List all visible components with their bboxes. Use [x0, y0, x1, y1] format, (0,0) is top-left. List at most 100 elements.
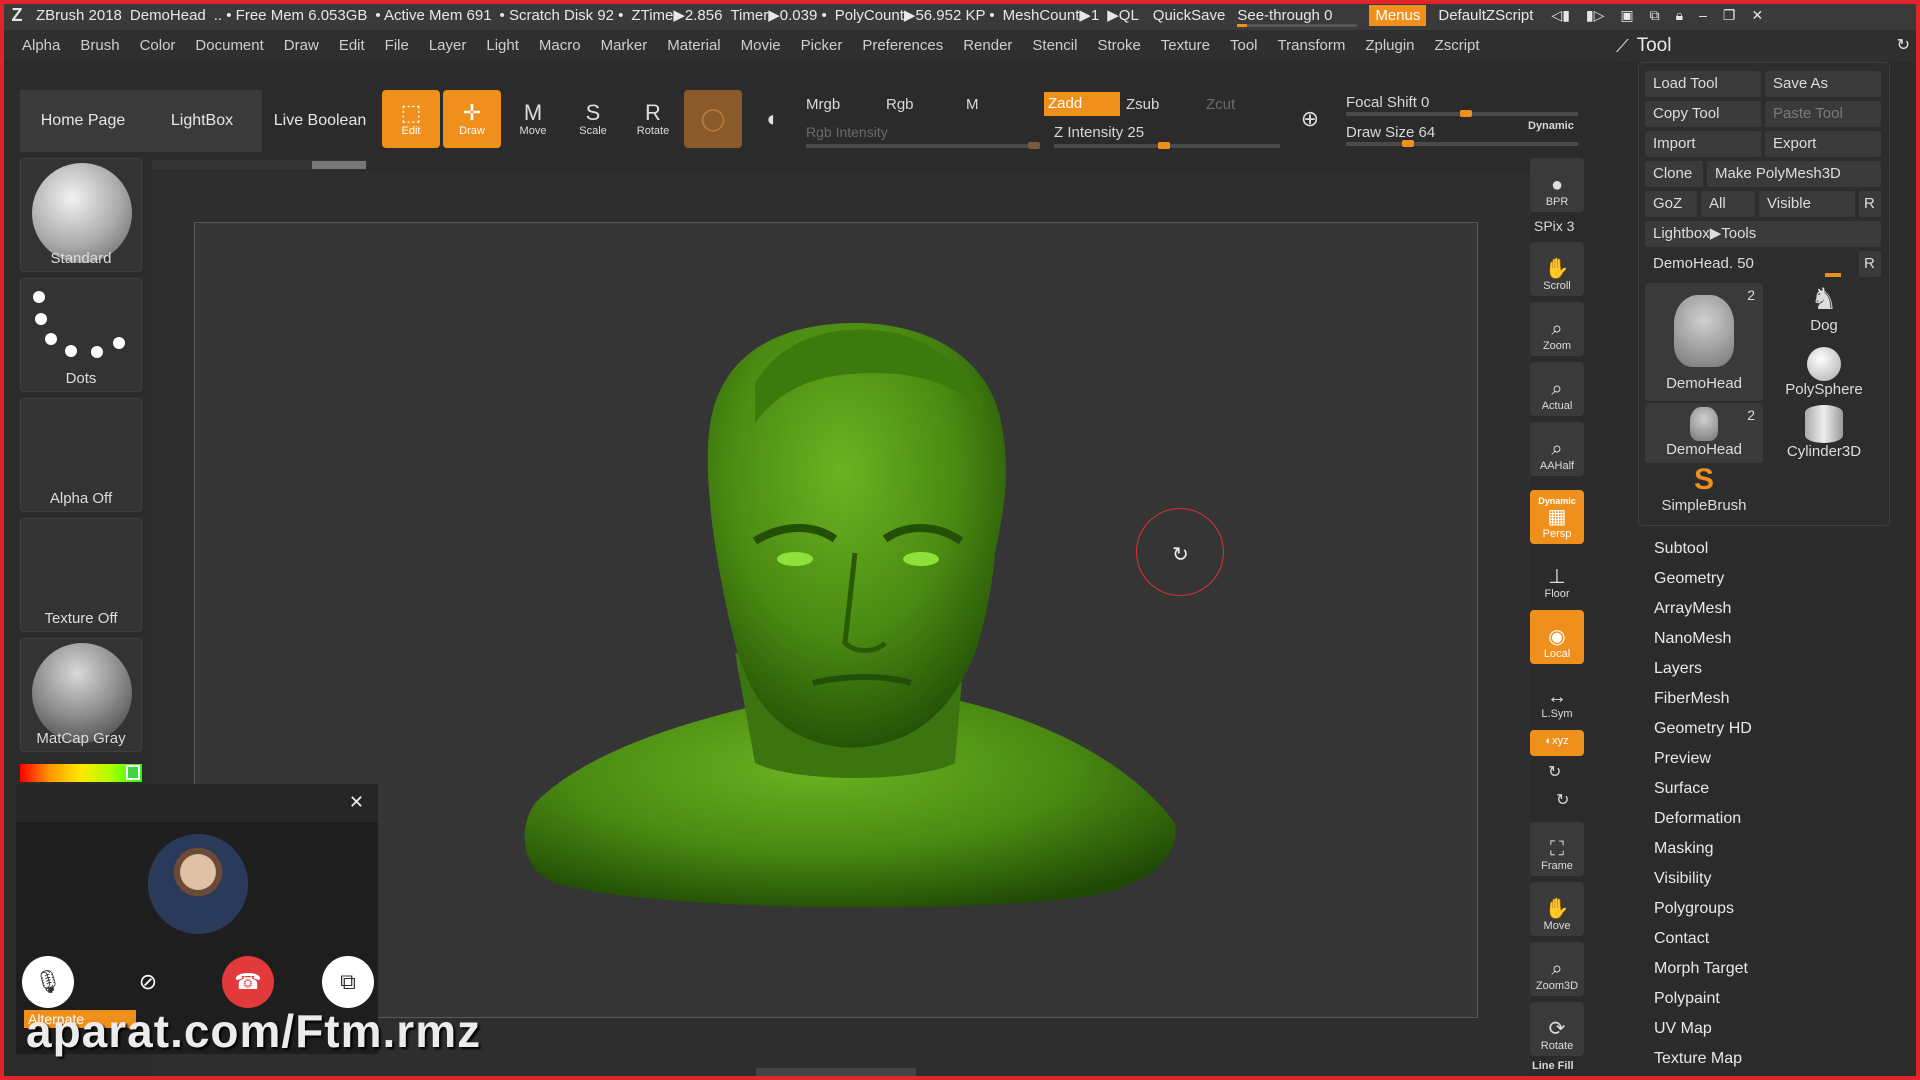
quicklaunch-button[interactable]: ▶QL: [1107, 6, 1139, 24]
active-color-swatch[interactable]: [126, 765, 140, 780]
rotate-button[interactable]: R Rotate: [624, 90, 682, 148]
tool-thumb-demohead-2[interactable]: 2 DemoHead: [1645, 403, 1763, 463]
zsub-button[interactable]: Zsub: [1126, 96, 1159, 113]
brush-selector[interactable]: Standard: [20, 158, 142, 272]
subpalette-masking[interactable]: Masking: [1654, 834, 1904, 864]
move-view-button[interactable]: ✋ Move: [1530, 882, 1584, 936]
spix-label[interactable]: SPix 3: [1534, 218, 1574, 234]
tool-thumb-dog[interactable]: ♞ Dog: [1765, 283, 1883, 343]
live-boolean-button[interactable]: Live Boolean: [264, 90, 376, 152]
subpalette-uv-map[interactable]: UV Map: [1654, 1014, 1904, 1044]
subpalette-deformation[interactable]: Deformation: [1654, 804, 1904, 834]
minimize-icon[interactable]: –: [1699, 7, 1707, 24]
switch-window-button[interactable]: ⧉: [322, 956, 374, 1008]
subpalette-polypaint[interactable]: Polypaint: [1654, 984, 1904, 1014]
quicksave-button[interactable]: QuickSave: [1147, 5, 1232, 26]
actual-button[interactable]: ⌕ Actual: [1530, 362, 1584, 416]
close-icon[interactable]: ✕: [349, 792, 364, 813]
layout-right-icon[interactable]: ▮▷: [1586, 7, 1604, 24]
frame-button[interactable]: ⛶ Frame: [1530, 822, 1584, 876]
make-polymesh-button[interactable]: Make PolyMesh3D: [1707, 161, 1881, 187]
subpalette-nanomesh[interactable]: NanoMesh: [1654, 624, 1904, 654]
subpalette-preview[interactable]: Preview: [1654, 744, 1904, 774]
shelf-scrollbar[interactable]: [152, 160, 367, 170]
aahalf-button[interactable]: ⌕ AAHalf: [1530, 422, 1584, 476]
goz-all-button[interactable]: All: [1701, 191, 1755, 217]
subpalette-morph-target[interactable]: Morph Target: [1654, 954, 1904, 984]
zadd-button[interactable]: Zadd: [1044, 92, 1120, 116]
menu-transform[interactable]: Transform: [1278, 37, 1346, 54]
default-zscript-button[interactable]: DefaultZScript: [1432, 5, 1539, 26]
tool-thumb-cylinder3d[interactable]: Cylinder3D: [1765, 403, 1883, 463]
subpalette-subtool[interactable]: Subtool: [1654, 534, 1904, 564]
menu-zplugin[interactable]: Zplugin: [1365, 37, 1414, 54]
subpalette-fibermesh[interactable]: FiberMesh: [1654, 684, 1904, 714]
copy-tool-button[interactable]: Copy Tool: [1645, 101, 1761, 127]
menu-picker[interactable]: Picker: [801, 37, 843, 54]
menu-brush[interactable]: Brush: [80, 37, 119, 54]
draw-button[interactable]: ✛ Draw: [443, 90, 501, 148]
subpalette-arraymesh[interactable]: ArrayMesh: [1654, 594, 1904, 624]
rotate-y-icon[interactable]: ↻: [1548, 762, 1561, 782]
subpalette-layers[interactable]: Layers: [1654, 654, 1904, 684]
goz-button[interactable]: GoZ: [1645, 191, 1697, 217]
tool-panel-header[interactable]: ⟋ Tool ↻: [1610, 30, 1920, 62]
menu-zscript[interactable]: Zscript: [1435, 37, 1480, 54]
subpalette-geometry[interactable]: Geometry: [1654, 564, 1904, 594]
move-button[interactable]: M Move: [504, 90, 562, 148]
zoom-button[interactable]: ⌕ Zoom: [1530, 302, 1584, 356]
focal-shift-slider[interactable]: [1346, 110, 1578, 117]
tool-thumb-simplebrush[interactable]: S SimpleBrush: [1645, 463, 1763, 523]
menu-tool[interactable]: Tool: [1230, 37, 1258, 54]
lsym-button[interactable]: ↔ L.Sym: [1530, 670, 1584, 724]
rotate-view-button[interactable]: ⟳ Rotate: [1530, 1002, 1584, 1056]
menu-draw[interactable]: Draw: [284, 37, 319, 54]
menu-marker[interactable]: Marker: [601, 37, 648, 54]
home-page-button[interactable]: Home Page: [20, 90, 146, 152]
rgb-button[interactable]: Rgb: [886, 96, 914, 113]
menu-color[interactable]: Color: [140, 37, 176, 54]
draw-size-slider[interactable]: [1346, 140, 1578, 147]
hang-up-button[interactable]: ☎︎: [222, 956, 274, 1008]
subpalette-geometry-hd[interactable]: Geometry HD: [1654, 714, 1904, 744]
dynamic-toggle[interactable]: Dynamic: [1528, 120, 1574, 132]
rotate-z-icon[interactable]: ↻: [1556, 790, 1569, 810]
menu-stroke[interactable]: Stroke: [1097, 37, 1140, 54]
load-tool-button[interactable]: Load Tool: [1645, 71, 1761, 97]
menu-material[interactable]: Material: [667, 37, 720, 54]
local-button[interactable]: ◉ Local: [1530, 610, 1584, 664]
menu-light[interactable]: Light: [486, 37, 519, 54]
goz-r-button[interactable]: R: [1859, 191, 1881, 217]
camera-off-button[interactable]: ⊘: [122, 956, 174, 1008]
goz-visible-button[interactable]: Visible: [1759, 191, 1855, 217]
menu-alpha[interactable]: Alpha: [22, 37, 60, 54]
menu-preferences[interactable]: Preferences: [862, 37, 943, 54]
subpalette-surface[interactable]: Surface: [1654, 774, 1904, 804]
layout-left-icon[interactable]: ◁▮: [1551, 7, 1569, 24]
line-fill-button[interactable]: Line Fill: [1532, 1060, 1574, 1072]
export-button[interactable]: Export: [1765, 131, 1881, 157]
zcut-button[interactable]: Zcut: [1206, 96, 1235, 113]
document-canvas[interactable]: [194, 222, 1478, 1018]
menu-file[interactable]: File: [385, 37, 409, 54]
menu-texture[interactable]: Texture: [1161, 37, 1210, 54]
paste-tool-button[interactable]: Paste Tool: [1765, 101, 1881, 127]
alpha-selector[interactable]: Alpha Off: [20, 398, 142, 512]
subpalette-contact[interactable]: Contact: [1654, 924, 1904, 954]
gradient-switch[interactable]: ◐: [744, 90, 802, 148]
menu-edit[interactable]: Edit: [339, 37, 365, 54]
reset-icon[interactable]: ↻: [1897, 35, 1910, 55]
stroke-selector[interactable]: Dots: [20, 278, 142, 392]
lightbox-button[interactable]: LightBox: [142, 90, 262, 152]
clone-button[interactable]: Clone: [1645, 161, 1703, 187]
menu-render[interactable]: Render: [963, 37, 1012, 54]
xyz-button[interactable]: ◐xyz: [1530, 730, 1584, 756]
color-picker-bar[interactable]: [20, 764, 142, 782]
menus-toggle[interactable]: Menus: [1369, 4, 1427, 26]
current-tool-r-button[interactable]: R: [1859, 251, 1881, 277]
menu-layer[interactable]: Layer: [429, 37, 467, 54]
floor-button[interactable]: ⊥ Floor: [1530, 550, 1584, 604]
z-intensity-slider[interactable]: [1054, 142, 1280, 149]
rgb-intensity-slider[interactable]: [806, 142, 1040, 149]
m-button[interactable]: M: [966, 96, 979, 113]
